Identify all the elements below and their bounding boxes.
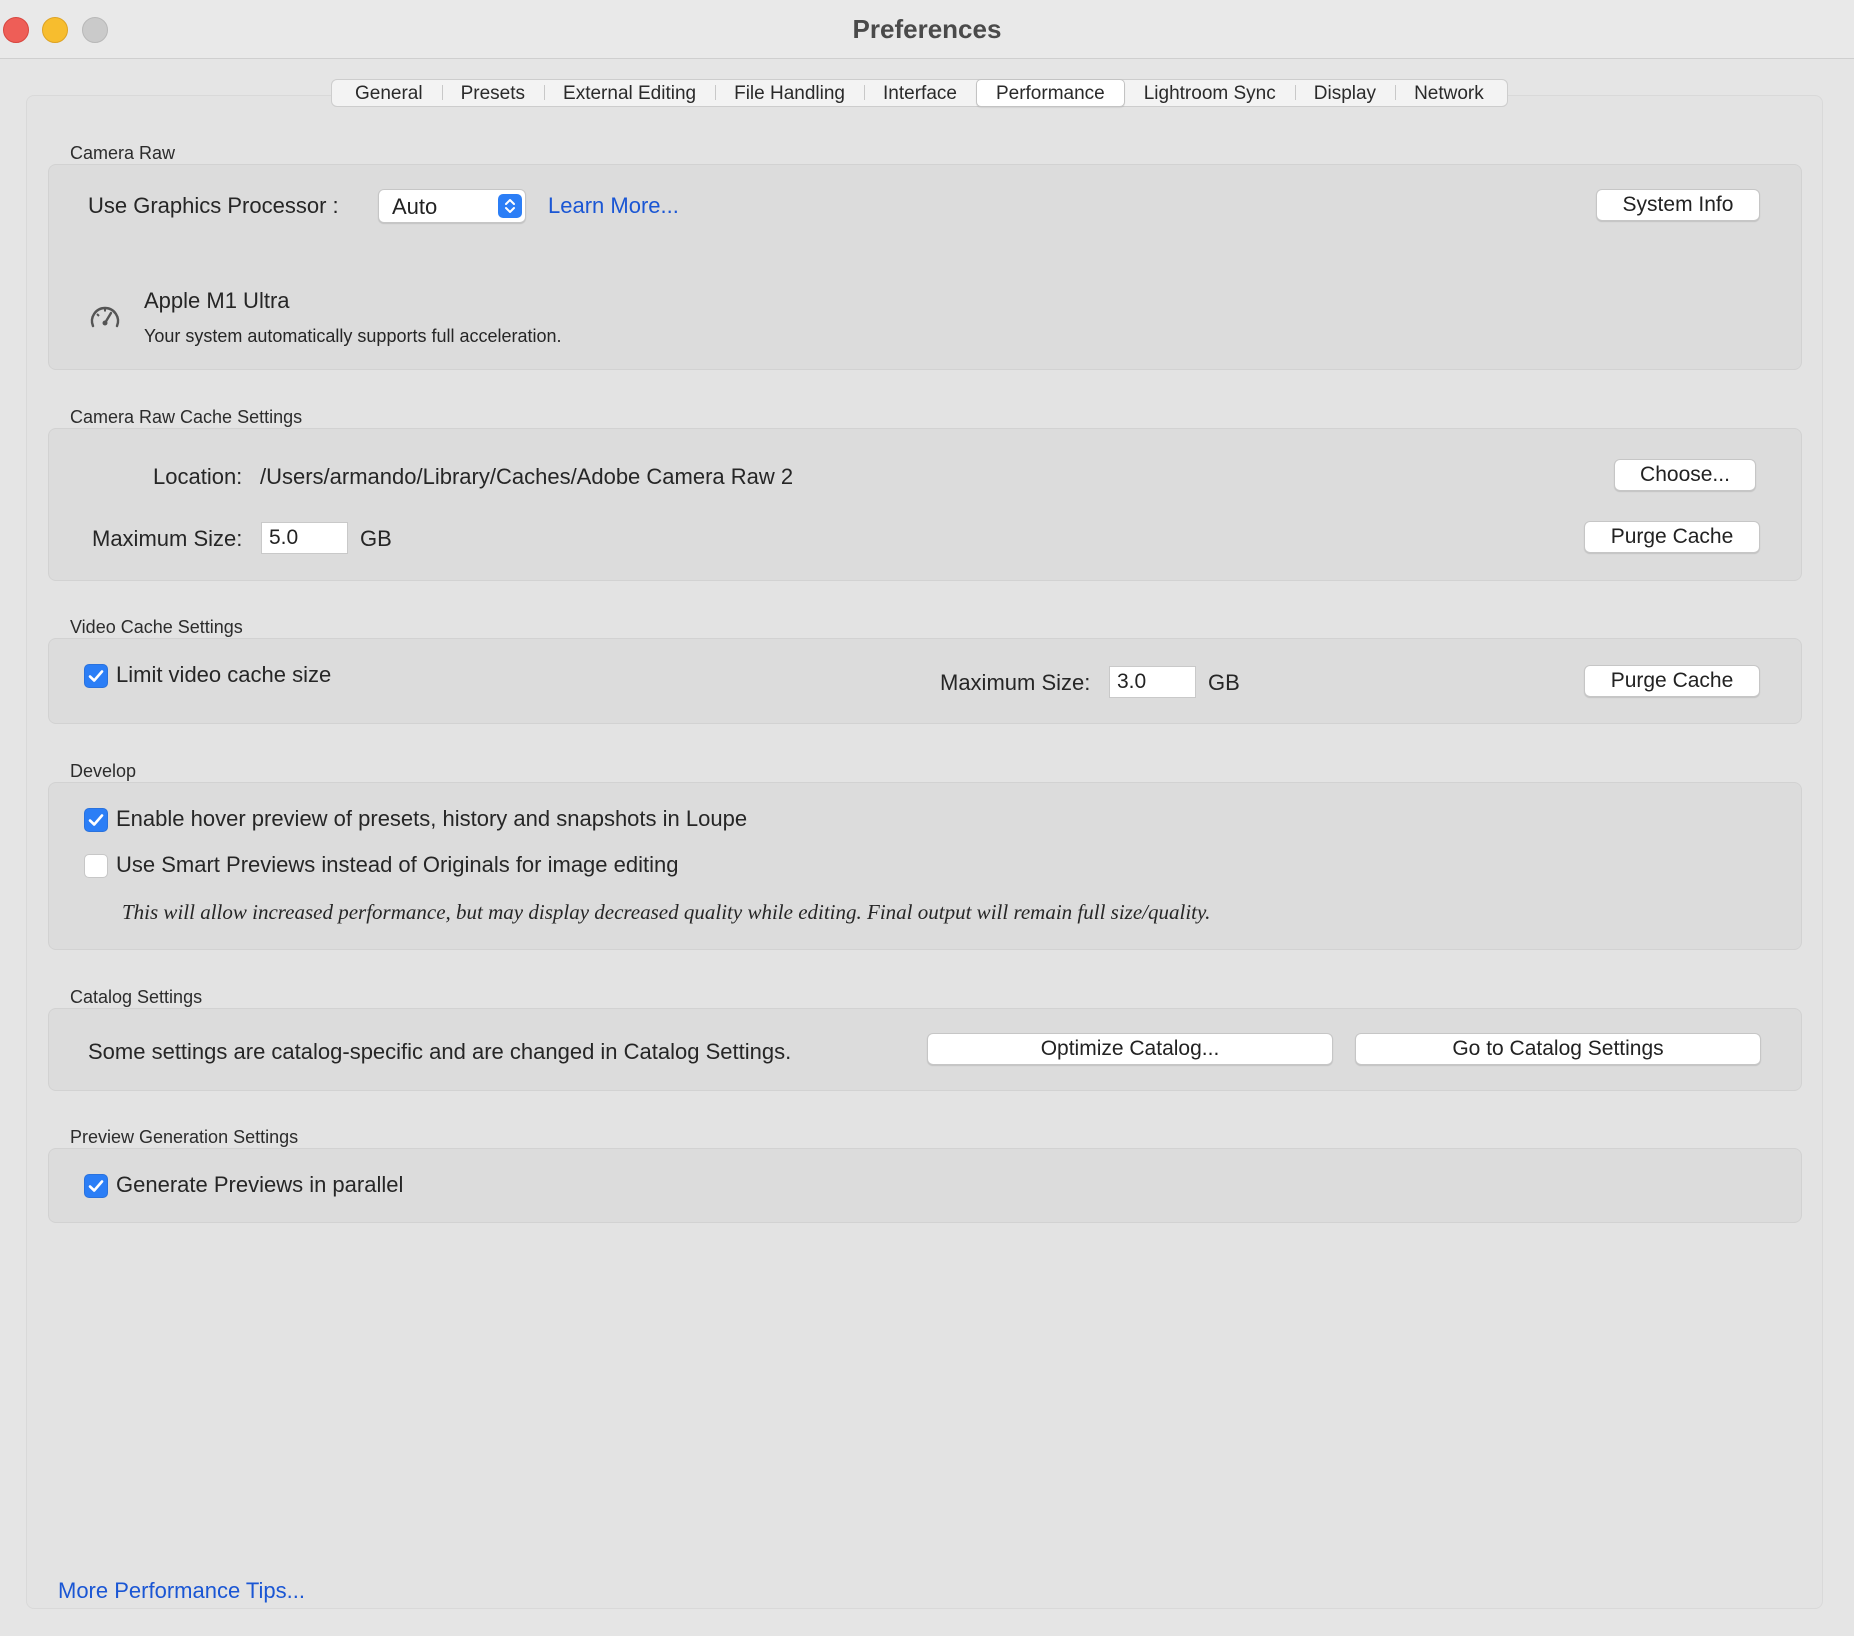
system-info-button[interactable]: System Info (1596, 189, 1760, 221)
cache-group (48, 428, 1802, 581)
purge-video-cache-button[interactable]: Purge Cache (1584, 665, 1760, 697)
optimize-catalog-button[interactable]: Optimize Catalog... (927, 1033, 1333, 1065)
gpu-name: Apple M1 Ultra (144, 288, 290, 313)
purge-cache-button[interactable]: Purge Cache (1584, 521, 1760, 553)
checkmark-icon (88, 814, 104, 826)
gpu-label: Use Graphics Processor : (88, 193, 339, 218)
cache-location-value: /Users/armando/Library/Caches/Adobe Came… (260, 464, 794, 489)
tab-file-handling[interactable]: File Handling (715, 80, 864, 106)
preview-section-title: Preview Generation Settings (70, 1127, 299, 1147)
go-to-catalog-settings-button[interactable]: Go to Catalog Settings (1355, 1033, 1761, 1065)
cache-max-size-label: Maximum Size: (92, 526, 243, 551)
tab-interface[interactable]: Interface (864, 80, 976, 106)
tab-presets[interactable]: Presets (441, 80, 544, 106)
parallel-previews-label: Generate Previews in parallel (116, 1172, 404, 1197)
video-cache-unit-label: GB (1208, 670, 1240, 695)
preferences-tab-bar: General Presets External Editing File Ha… (331, 79, 1508, 107)
gpu-status-text: Your system automatically supports full … (144, 326, 562, 346)
cache-section-title: Camera Raw Cache Settings (70, 407, 303, 427)
video-cache-section-title: Video Cache Settings (70, 617, 243, 637)
learn-more-link[interactable]: Learn More... (548, 193, 679, 219)
video-max-size-input[interactable]: 3.0 (1109, 666, 1196, 698)
gpu-select[interactable]: Auto (378, 189, 526, 223)
tab-external-editing[interactable]: External Editing (544, 80, 715, 106)
limit-video-cache-checkbox[interactable] (84, 664, 108, 688)
choose-location-button[interactable]: Choose... (1614, 459, 1756, 491)
speedometer-icon (88, 300, 122, 339)
smart-previews-label: Use Smart Previews instead of Originals … (116, 852, 679, 877)
parallel-previews-checkbox[interactable] (84, 1174, 108, 1198)
smart-previews-checkbox[interactable] (84, 854, 108, 878)
hover-preview-label: Enable hover preview of presets, history… (116, 806, 748, 831)
preferences-window: Preferences General Presets External Edi… (0, 0, 1854, 1636)
tab-lightroom-sync[interactable]: Lightroom Sync (1125, 80, 1295, 106)
catalog-section-title: Catalog Settings (70, 987, 203, 1007)
cache-max-size-input[interactable]: 5.0 (261, 522, 348, 554)
chevron-up-down-icon (498, 194, 522, 218)
checkmark-icon (88, 670, 104, 682)
cache-unit-label: GB (360, 526, 392, 551)
more-performance-tips-link[interactable]: More Performance Tips... (58, 1578, 305, 1604)
tab-performance[interactable]: Performance (975, 79, 1125, 107)
checkmark-icon (88, 1180, 104, 1192)
tab-general[interactable]: General (336, 80, 442, 106)
cache-location-label: Location: (153, 464, 243, 489)
window-title: Preferences (852, 14, 1002, 44)
gpu-select-value: Auto (392, 194, 438, 219)
camera-raw-section-title: Camera Raw (70, 143, 176, 163)
limit-video-cache-label: Limit video cache size (116, 662, 332, 687)
tab-network[interactable]: Network (1395, 80, 1503, 106)
title-bar: Preferences (0, 0, 1854, 59)
catalog-description: Some settings are catalog-specific and a… (88, 1039, 792, 1064)
develop-section-title: Develop (70, 761, 137, 781)
smart-previews-note: This will allow increased performance, b… (122, 900, 1211, 924)
video-max-size-label: Maximum Size: (940, 670, 1091, 695)
hover-preview-checkbox[interactable] (84, 808, 108, 832)
tab-display[interactable]: Display (1294, 80, 1395, 106)
